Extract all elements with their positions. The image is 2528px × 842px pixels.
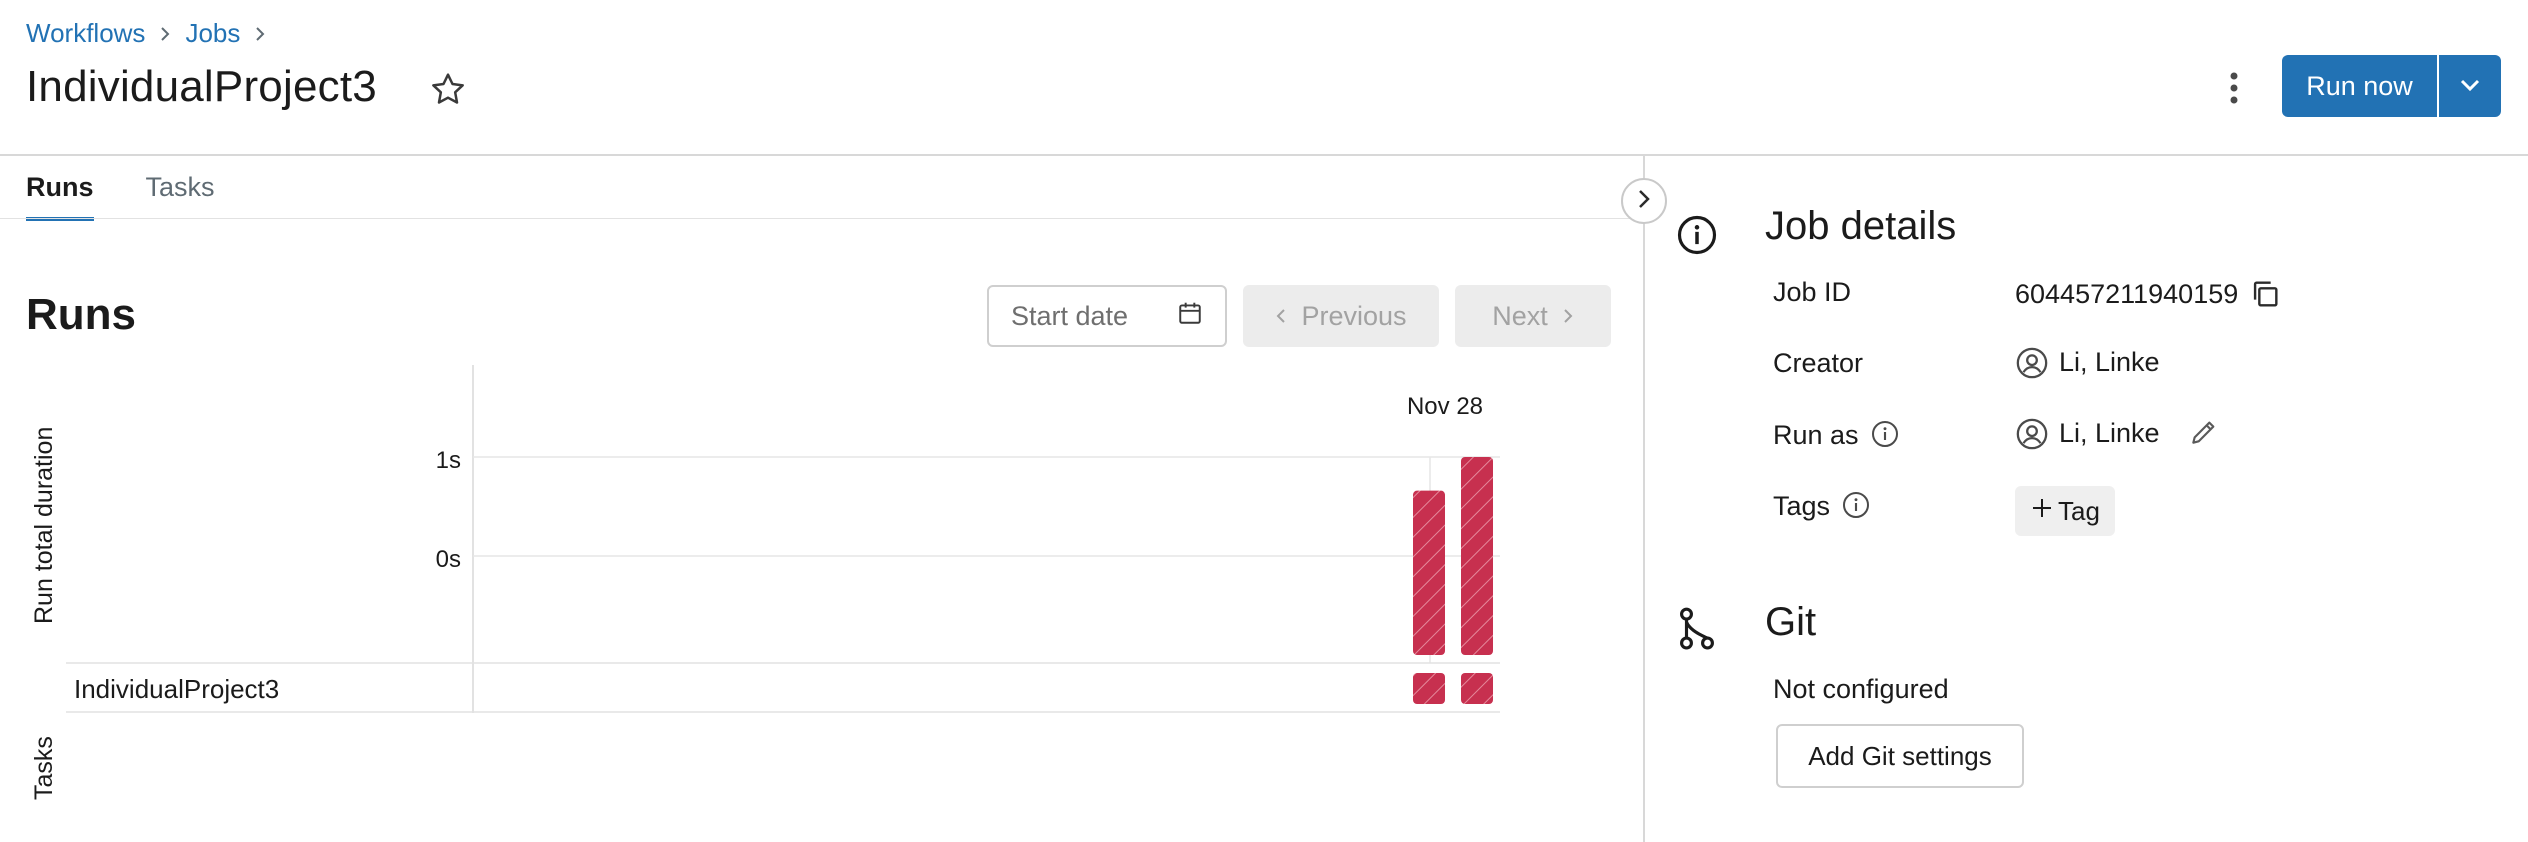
tabs-divider (0, 218, 1643, 219)
creator-label: Creator (1773, 348, 1863, 379)
calendar-icon (1177, 300, 1203, 333)
y-tick-0s: 0s (436, 546, 461, 573)
task-run-square[interactable] (1413, 673, 1445, 704)
more-options-icon[interactable] (2212, 66, 2256, 110)
chevron-right-icon (1636, 188, 1652, 215)
info-icon[interactable] (1840, 489, 1874, 523)
next-button[interactable]: Next (1455, 285, 1611, 347)
panel-divider (1643, 156, 1645, 842)
previous-label: Previous (1301, 300, 1407, 331)
git-branch-icon (1676, 606, 1718, 652)
chart-y-axis-label: Run total duration (30, 426, 58, 624)
tags-label-text: Tags (1773, 490, 1831, 521)
job-id-value: 604457211940159 (2015, 277, 2282, 311)
user-icon (2015, 345, 2049, 379)
run-as-label: Run as (1773, 418, 1903, 452)
task-run-square[interactable] (1461, 673, 1493, 704)
info-icon (1676, 214, 1718, 256)
collapse-panel-button[interactable] (1621, 178, 1667, 224)
run-now-button[interactable]: Run now (2282, 55, 2437, 117)
info-icon[interactable] (1869, 418, 1903, 452)
star-icon[interactable] (428, 70, 468, 110)
run-as-label-text: Run as (1773, 419, 1859, 450)
runs-heading: Runs (26, 290, 136, 339)
git-status-text: Not configured (1773, 674, 1949, 704)
x-date-label: Nov 28 (1407, 393, 1483, 420)
breadcrumb-jobs-link[interactable]: Jobs (185, 18, 240, 49)
previous-button[interactable]: Previous (1243, 285, 1439, 347)
start-date-placeholder: Start date (1011, 300, 1129, 331)
copy-icon[interactable] (2248, 277, 2282, 311)
run-now-button-group: Run now (2282, 55, 2501, 117)
tab-tasks[interactable]: Tasks (146, 172, 215, 221)
git-status: Not configured (1773, 674, 1949, 705)
header-divider (0, 154, 2528, 156)
job-id-label-text: Job ID (1773, 277, 1852, 307)
creator-name: Li, Linke (2059, 346, 2160, 377)
task-row-name: IndividualProject3 (74, 674, 280, 704)
tags-label: Tags (1773, 489, 1874, 523)
tab-bar: Runs Tasks (26, 172, 215, 221)
run-as-value: Li, Linke (2015, 416, 2222, 450)
add-tag-button[interactable]: Tag (2015, 486, 2115, 536)
chevron-left-icon (1275, 301, 1287, 332)
run-bar[interactable] (1413, 490, 1445, 655)
run-as-name: Li, Linke (2059, 417, 2160, 448)
tasks-row-label: Tasks (30, 736, 58, 800)
job-id-label: Job ID (1773, 277, 1851, 308)
plus-icon (2030, 496, 2054, 527)
git-heading: Git (1765, 600, 1817, 644)
run-now-dropdown-button[interactable] (2437, 55, 2501, 117)
run-duration-chart: 1s 0s Nov 28 (66, 365, 1500, 713)
chevron-right-icon (145, 21, 185, 47)
pencil-icon[interactable] (2188, 416, 2222, 450)
page-title: IndividualProject3 (26, 62, 377, 111)
breadcrumb: Workflows Jobs (26, 18, 280, 49)
tab-runs[interactable]: Runs (26, 172, 94, 221)
creator-label-text: Creator (1773, 348, 1864, 378)
creator-value: Li, Linke (2015, 345, 2160, 379)
job-id-text: 604457211940159 (2015, 278, 2239, 309)
add-git-settings-button[interactable]: Add Git settings (1776, 724, 2024, 788)
chevron-right-icon (240, 21, 280, 47)
start-date-input[interactable]: Start date (987, 285, 1227, 347)
breadcrumb-workflows-link[interactable]: Workflows (26, 18, 145, 49)
run-bar[interactable] (1461, 457, 1493, 655)
job-details-heading: Job details (1765, 204, 1957, 248)
next-label: Next (1492, 300, 1548, 331)
user-icon (2015, 416, 2049, 450)
add-tag-label: Tag (2058, 495, 2100, 526)
chevron-right-icon (1562, 301, 1574, 332)
chevron-down-icon (2459, 78, 2481, 95)
y-tick-1s: 1s (436, 447, 461, 474)
